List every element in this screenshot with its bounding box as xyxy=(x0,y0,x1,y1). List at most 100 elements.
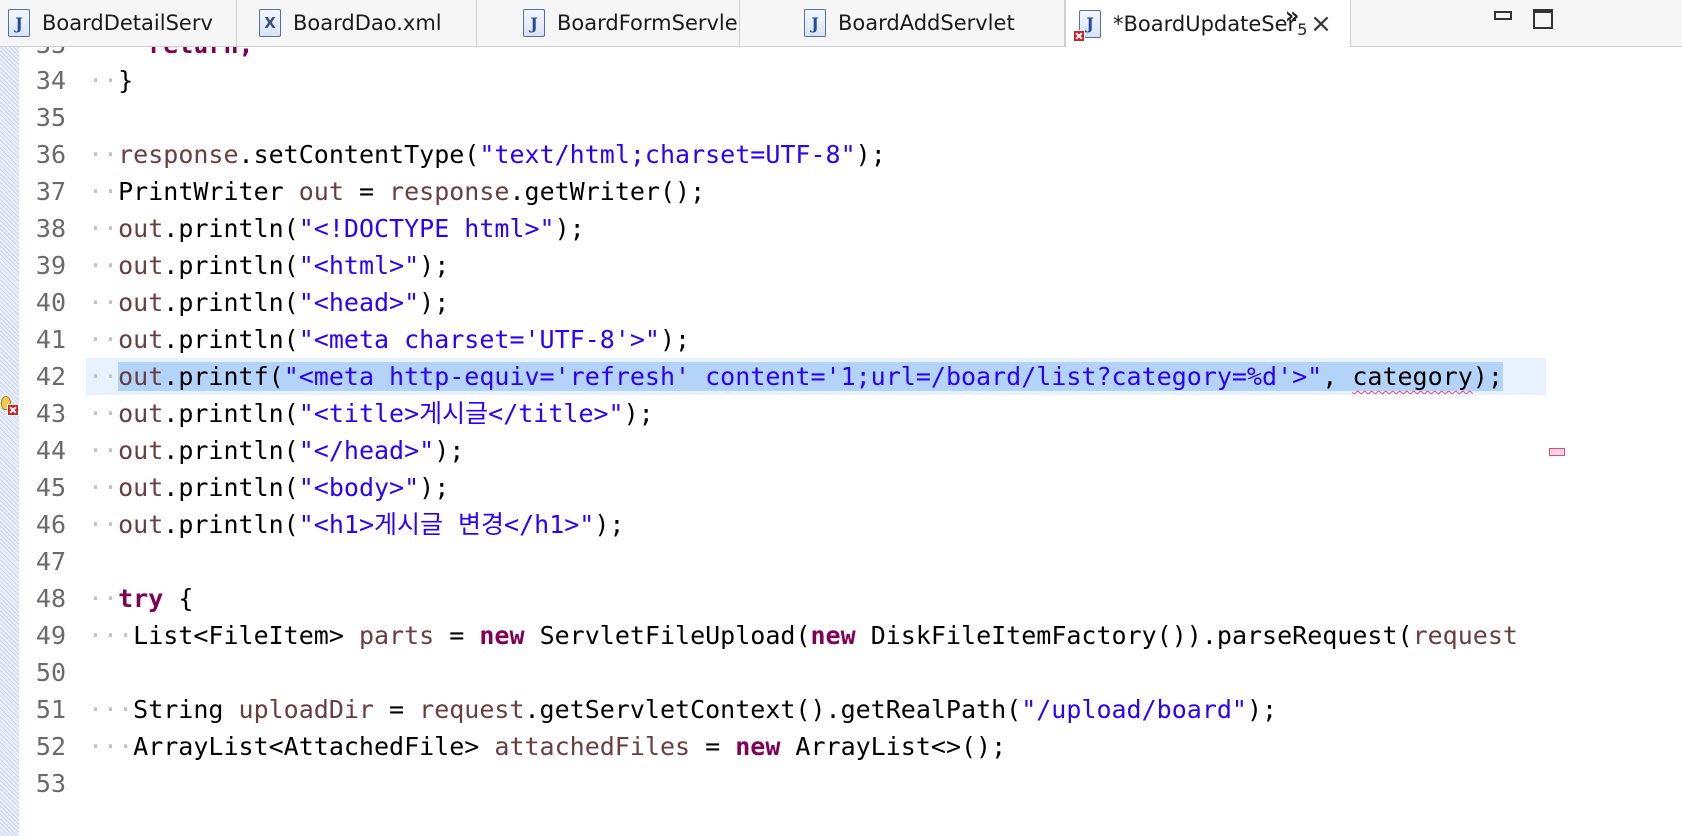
code-text: ···String uploadDir = request.getServlet… xyxy=(88,695,1278,724)
token: .println( xyxy=(163,325,299,354)
minimize-icon[interactable] xyxy=(1494,11,1512,20)
token: ); xyxy=(419,251,450,280)
error-token[interactable]: category xyxy=(1352,362,1472,391)
string-literal: "<meta charset='UTF-8'>" xyxy=(298,325,660,354)
code-text: ··} xyxy=(88,66,134,95)
tab-overflow-button[interactable]: »5 xyxy=(1285,4,1309,39)
code-line: 38 ··out.println("<!DOCTYPE html>"); xyxy=(0,210,1682,247)
token: ServletFileUpload( xyxy=(524,621,811,650)
keyword: new xyxy=(735,732,781,761)
token: ); xyxy=(419,288,450,317)
token: ); xyxy=(434,436,465,465)
token: = xyxy=(690,732,736,761)
code-text: ··out.println("</head>"); xyxy=(88,436,465,465)
line-number: 49 xyxy=(35,621,66,650)
tab-board-dao-xml[interactable]: X BoardDao.xml xyxy=(237,0,477,46)
string-literal: "<h1>게시글 변경</h1>" xyxy=(298,510,595,539)
error-badge-icon xyxy=(7,404,19,416)
error-badge-icon xyxy=(1073,29,1085,42)
current-line: 42 ··out.printf("<meta http-equiv='refre… xyxy=(36,358,1546,395)
code-text: ··out.println("<title>게시글</title>"); xyxy=(88,399,654,428)
code-line: 50 xyxy=(0,654,1682,691)
token: ); xyxy=(1246,695,1278,724)
token: = xyxy=(434,621,480,650)
code-line: 51 ···String uploadDir = request.getServ… xyxy=(0,691,1682,728)
token: PrintWriter xyxy=(118,177,299,206)
code-line: 47 xyxy=(0,543,1682,580)
token: out xyxy=(118,288,164,317)
brace: } xyxy=(118,66,134,95)
string-literal: "<head>" xyxy=(298,288,420,317)
string-literal: "<title>게시글</title>" xyxy=(298,399,624,428)
code-text: ···List<FileItem> parts = new ServletFil… xyxy=(88,621,1518,650)
token: out xyxy=(118,362,164,391)
token: ArrayList<AttachedFile> xyxy=(133,732,495,761)
token: request xyxy=(419,695,525,724)
token: response xyxy=(118,140,239,169)
code-text: ··out.println("<h1>게시글 변경</h1>"); xyxy=(88,510,625,539)
token: out xyxy=(118,510,164,539)
code-line: 39 ··out.println("<html>"); xyxy=(0,247,1682,284)
token: DiskFileItemFactory()).parseRequest( xyxy=(855,621,1413,650)
token: List<FileItem> xyxy=(133,621,359,650)
code-text: ··response.setContentType("text/html;cha… xyxy=(88,140,886,169)
line-number: 50 xyxy=(35,658,66,687)
close-icon[interactable]: × xyxy=(1310,11,1332,37)
token: .println( xyxy=(163,436,299,465)
token: .println( xyxy=(163,288,299,317)
string-literal: "/upload/board" xyxy=(1021,695,1247,724)
code-text: ··PrintWriter out = response.getWriter()… xyxy=(88,177,706,206)
token: .println( xyxy=(163,510,299,539)
string-literal: "text/html;charset=UTF-8" xyxy=(479,140,856,169)
code-line: 40 ··out.println("<head>"); xyxy=(0,284,1682,321)
line-number: 45 xyxy=(35,473,66,502)
token: out xyxy=(118,251,164,280)
tab-board-add-servlet[interactable]: J BoardAddServlet xyxy=(740,0,1065,46)
code-text: ··out.println("<meta charset='UTF-8'>"); xyxy=(88,325,691,354)
token: ); xyxy=(594,510,625,539)
token: attachedFiles xyxy=(494,732,691,761)
token: out xyxy=(118,325,164,354)
token: out xyxy=(298,177,344,206)
tab-label: BoardAddServlet xyxy=(838,11,1015,35)
token: ); xyxy=(659,325,691,354)
token: { xyxy=(163,584,194,613)
tab-board-form-servlet[interactable]: J BoardFormServle xyxy=(477,0,740,46)
code-text: ··try { xyxy=(88,584,194,613)
keyword: try xyxy=(118,584,164,613)
code-line: 34 ··} xyxy=(0,62,1682,99)
quick-fix-error-icon[interactable] xyxy=(0,394,19,418)
string-literal: "<!DOCTYPE html>" xyxy=(298,214,555,243)
token: , xyxy=(1322,362,1353,391)
overview-error-marker[interactable] xyxy=(1549,448,1565,456)
line-number: 46 xyxy=(35,510,66,539)
line-number: 42 xyxy=(35,362,66,391)
code-editor[interactable]: 33 ····return; 34 ··} 35 36 ··response.s… xyxy=(0,47,1682,836)
code-line: 44 ··out.println("</head>"); xyxy=(0,432,1682,469)
line-number: 34 xyxy=(35,66,66,95)
text-selection[interactable]: out.printf("<meta http-equiv='refresh' c… xyxy=(118,362,1503,391)
maximize-icon[interactable] xyxy=(1533,9,1553,29)
code-text: ··out.println("<html>"); xyxy=(88,251,450,280)
code-line: 46 ··out.println("<h1>게시글 변경</h1>"); xyxy=(0,506,1682,543)
line-number: 52 xyxy=(35,732,66,761)
token: .printf( xyxy=(163,362,284,391)
line-number: 44 xyxy=(35,436,66,465)
line-number: 38 xyxy=(35,214,66,243)
token: request xyxy=(1412,621,1518,650)
overflow-count: 5 xyxy=(1297,20,1308,39)
code-line: 53 xyxy=(0,765,1682,802)
code-line: 48 ··try { xyxy=(0,580,1682,617)
line-number: 39 xyxy=(35,251,66,280)
token: out xyxy=(118,473,164,502)
line-number: 37 xyxy=(35,177,66,206)
tab-label: BoardDao.xml xyxy=(293,11,442,35)
token: ); xyxy=(855,140,886,169)
string-literal: "<html>" xyxy=(298,251,420,280)
tab-board-detail-servlet[interactable]: J BoardDetailServ xyxy=(0,0,237,46)
code-line: 35 xyxy=(0,99,1682,136)
token: ); xyxy=(623,399,654,428)
token: uploadDir xyxy=(238,695,374,724)
token: ); xyxy=(1472,362,1503,391)
token: = xyxy=(343,177,390,206)
